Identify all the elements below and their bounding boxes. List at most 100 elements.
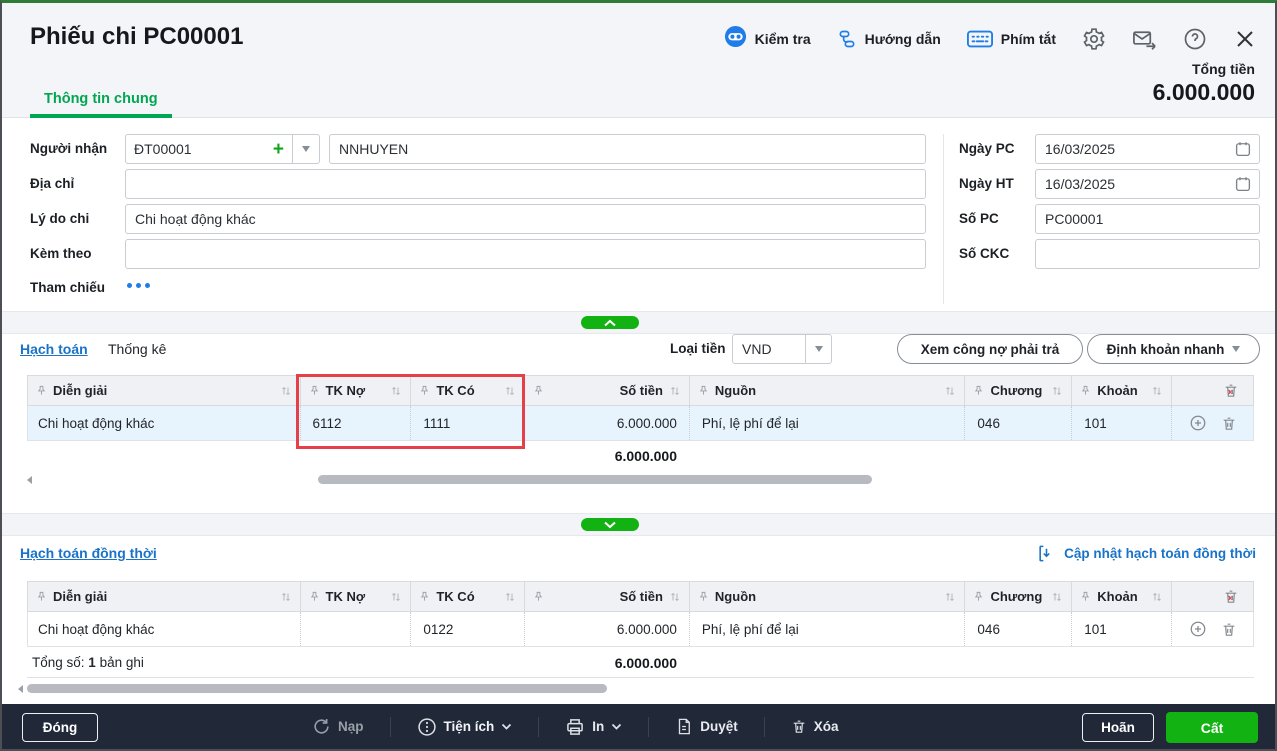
collapse-down-button[interactable] <box>581 518 639 531</box>
sort-icon[interactable] <box>504 385 516 397</box>
cell-debit[interactable] <box>300 612 411 646</box>
cell-debit[interactable]: 6112 <box>300 406 411 440</box>
address-field[interactable] <box>125 169 926 199</box>
col-tk-co[interactable]: TK Có <box>410 376 524 405</box>
cell-chapter[interactable]: 046 <box>964 406 1071 440</box>
delete-all-icon[interactable]: ✕ <box>1223 382 1239 399</box>
pin-icon[interactable] <box>309 591 320 602</box>
sort-icon[interactable] <box>1051 385 1063 397</box>
cell-credit[interactable]: 0122 <box>410 612 524 646</box>
date-pc-field[interactable] <box>1035 134 1260 164</box>
col-khoan[interactable]: Khoản <box>1071 582 1171 611</box>
approve-button[interactable]: Duyệt <box>675 717 738 736</box>
guide-button[interactable]: Hướng dẫn <box>837 29 941 49</box>
pin-icon[interactable] <box>698 385 709 396</box>
number-ckc-field[interactable] <box>1035 239 1260 269</box>
tab-hach-toan[interactable]: Hạch toán <box>20 341 88 357</box>
col-tk-no[interactable]: TK Nợ <box>300 582 411 611</box>
tab-general-info[interactable]: Thông tin chung <box>44 91 158 107</box>
cell-amount[interactable]: 6.000.000 <box>524 406 689 440</box>
sort-icon[interactable] <box>669 591 681 603</box>
col-so-tien[interactable]: Số tiền <box>524 582 689 611</box>
add-row-icon[interactable] <box>1189 414 1207 432</box>
scroll-left-arrow[interactable] <box>27 476 32 484</box>
pin-icon[interactable] <box>419 591 430 602</box>
sort-icon[interactable] <box>944 591 956 603</box>
delete-all-icon[interactable]: ✕ <box>1223 588 1239 605</box>
sort-icon[interactable] <box>504 591 516 603</box>
pin-icon[interactable] <box>419 385 430 396</box>
number-pc-field[interactable] <box>1035 204 1260 234</box>
sort-icon[interactable] <box>390 591 402 603</box>
save-button[interactable]: Cất <box>1166 712 1258 743</box>
sort-icon[interactable] <box>944 385 956 397</box>
delete-button[interactable]: Xóa <box>791 718 839 735</box>
col-so-tien[interactable]: Số tiền <box>524 376 689 405</box>
date-ht-field[interactable] <box>1035 169 1260 199</box>
postpone-button[interactable]: Hoãn <box>1082 713 1154 742</box>
cell-credit[interactable]: 1111 <box>410 406 524 440</box>
help-icon[interactable] <box>1183 27 1207 51</box>
check-button[interactable]: Kiểm tra <box>724 25 811 53</box>
receiver-code-combo[interactable]: ĐT00001 + <box>125 134 320 164</box>
send-mail-icon[interactable] <box>1132 27 1157 51</box>
col-khoan[interactable]: Khoản <box>1071 376 1171 405</box>
pin-icon[interactable] <box>533 591 544 602</box>
col-tk-co[interactable]: TK Có <box>410 582 524 611</box>
close-icon[interactable] <box>1233 27 1257 51</box>
col-chuong[interactable]: Chương <box>964 582 1071 611</box>
pin-icon[interactable] <box>36 591 47 602</box>
delete-row-icon[interactable] <box>1221 415 1237 432</box>
cell-description[interactable]: Chi hoạt động khác <box>28 612 300 646</box>
table-row[interactable]: Chi hoạt động khác 0122 6.000.000 Phí, l… <box>27 612 1254 647</box>
reason-field[interactable] <box>125 204 926 234</box>
scroll-left-arrow[interactable] <box>18 685 23 693</box>
shortcut-button[interactable]: Phím tắt <box>967 30 1056 48</box>
view-payables-button[interactable]: Xem công nợ phải trả <box>897 334 1083 364</box>
attachment-field[interactable] <box>125 239 926 269</box>
col-nguon[interactable]: Nguồn <box>689 376 965 405</box>
col-nguon[interactable]: Nguồn <box>689 582 965 611</box>
sort-icon[interactable] <box>280 385 292 397</box>
col-tk-no[interactable]: TK Nợ <box>300 376 411 405</box>
close-button[interactable]: Đóng <box>22 713 98 742</box>
receiver-name-field[interactable] <box>329 134 926 164</box>
sort-icon[interactable] <box>669 385 681 397</box>
update-concurrent-link[interactable]: Cập nhật hạch toán đồng thời <box>1037 544 1256 563</box>
collapse-up-button[interactable] <box>581 316 639 329</box>
pin-icon[interactable] <box>973 385 984 396</box>
quick-entry-button[interactable]: Định khoản nhanh <box>1087 334 1260 364</box>
delete-row-icon[interactable] <box>1221 621 1237 638</box>
cell-item[interactable]: 101 <box>1071 612 1171 646</box>
pin-icon[interactable] <box>1080 385 1091 396</box>
reference-more-icon[interactable] <box>127 283 150 288</box>
col-dien-giai[interactable]: Diễn giải <box>28 376 300 405</box>
print-button[interactable]: In <box>565 717 622 737</box>
receiver-dropdown-button[interactable] <box>292 135 319 163</box>
sort-icon[interactable] <box>1151 591 1163 603</box>
reload-button[interactable]: Nạp <box>312 717 364 736</box>
horizontal-scrollbar[interactable] <box>27 684 607 693</box>
pin-icon[interactable] <box>533 385 544 396</box>
sort-icon[interactable] <box>1051 591 1063 603</box>
add-receiver-icon[interactable]: + <box>273 140 284 159</box>
cell-source[interactable]: Phí, lệ phí để lại <box>689 406 965 440</box>
calendar-icon[interactable] <box>1234 175 1252 198</box>
cell-item[interactable]: 101 <box>1071 406 1171 440</box>
cell-amount[interactable]: 6.000.000 <box>524 612 689 646</box>
pin-icon[interactable] <box>36 385 47 396</box>
pin-icon[interactable] <box>1080 591 1091 602</box>
sort-icon[interactable] <box>390 385 402 397</box>
cell-chapter[interactable]: 046 <box>964 612 1071 646</box>
pin-icon[interactable] <box>698 591 709 602</box>
pin-icon[interactable] <box>309 385 320 396</box>
horizontal-scrollbar[interactable] <box>318 475 872 484</box>
cell-source[interactable]: Phí, lệ phí để lại <box>689 612 965 646</box>
settings-icon[interactable] <box>1082 27 1106 51</box>
currency-select[interactable]: VND <box>732 334 832 364</box>
sort-icon[interactable] <box>1151 385 1163 397</box>
col-dien-giai[interactable]: Diễn giải <box>28 582 300 611</box>
col-chuong[interactable]: Chương <box>964 376 1071 405</box>
cell-description[interactable]: Chi hoạt động khác <box>28 406 300 440</box>
concurrent-section-title[interactable]: Hạch toán đồng thời <box>20 545 157 561</box>
